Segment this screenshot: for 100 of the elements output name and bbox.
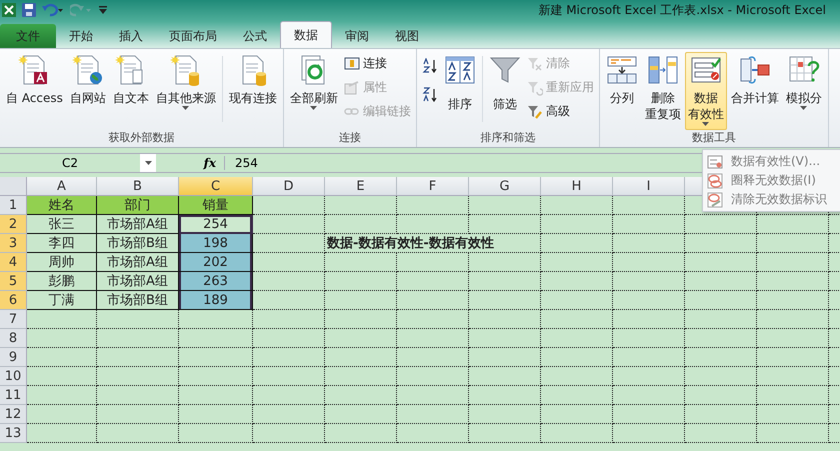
table-cell — [541, 291, 613, 310]
ribbon-button[interactable]: 删除 重复项 — [642, 52, 684, 130]
table-cell: 189 — [179, 291, 253, 310]
table-cell — [685, 329, 757, 348]
table-cell: 彭鹏 — [27, 272, 97, 291]
table-cell — [541, 386, 613, 405]
table-cell — [27, 329, 97, 348]
table-cell — [613, 348, 685, 367]
insert-function-button[interactable]: fx — [156, 156, 225, 170]
table-cell — [325, 386, 397, 405]
save-icon[interactable] — [22, 3, 36, 17]
column-header[interactable]: A — [27, 177, 97, 196]
ribbon-button[interactable]: 自网站 — [66, 52, 109, 130]
ribbon-tab[interactable]: 开始 — [56, 24, 106, 48]
table-cell — [397, 329, 469, 348]
table-cell: 198 — [179, 234, 253, 253]
menu-item[interactable]: 数据有效性(V)... — [703, 152, 840, 171]
name-box[interactable]: C2 — [0, 154, 140, 172]
table-cell — [685, 367, 757, 386]
table-cell — [469, 348, 541, 367]
table-cell — [541, 272, 613, 291]
table-cell — [685, 405, 757, 424]
table-cell: 254 — [179, 215, 253, 234]
ribbon-button[interactable]: 模拟分 — [782, 52, 825, 130]
ribbon-tab[interactable]: 公式 — [230, 24, 280, 48]
ribbon-tab[interactable]: 页面布局 — [156, 24, 230, 48]
table-cell — [541, 253, 613, 272]
row-header[interactable]: 5 — [0, 272, 27, 291]
sort-descending-icon — [422, 87, 438, 103]
sort-icon — [444, 54, 476, 86]
table-cell — [325, 424, 397, 443]
ribbon-group-label: 排序和筛选 — [479, 130, 536, 146]
table-cell — [397, 215, 469, 234]
ribbon-small-button[interactable]: 高级 — [524, 101, 596, 122]
menu-item[interactable]: 清除无效数据标识 — [703, 190, 840, 209]
row-header[interactable]: 9 — [0, 348, 27, 367]
table-cell — [325, 348, 397, 367]
column-header[interactable]: D — [253, 177, 325, 196]
ribbon-button[interactable]: 分列 — [602, 52, 641, 130]
table-cell — [613, 196, 685, 215]
file-tab[interactable]: 文件 — [0, 24, 56, 48]
ribbon-button[interactable]: 自 Access — [3, 52, 66, 130]
ribbon-button[interactable]: 筛选 — [486, 52, 524, 130]
ribbon-button[interactable]: 数据 有效性 — [684, 52, 727, 130]
column-header[interactable]: F — [397, 177, 469, 196]
ribbon-button[interactable]: 合并计算 — [728, 52, 782, 130]
table-cell — [397, 253, 469, 272]
column-header[interactable]: G — [469, 177, 541, 196]
row-header[interactable]: 2 — [0, 215, 27, 234]
column-header[interactable]: C — [179, 177, 253, 196]
column-header[interactable]: I — [613, 177, 685, 196]
ribbon-button[interactable]: 自文本 — [110, 52, 152, 130]
table-cell — [757, 291, 829, 310]
undo-icon[interactable] — [42, 3, 64, 17]
row-header[interactable]: 6 — [0, 291, 27, 310]
column-header[interactable]: B — [97, 177, 179, 196]
row-header[interactable]: 1 — [0, 196, 27, 215]
column-header[interactable]: E — [325, 177, 397, 196]
row-header[interactable]: 8 — [0, 329, 27, 348]
table-cell — [469, 367, 541, 386]
menu-item[interactable]: 圈释无效数据(I) — [703, 171, 840, 190]
ribbon-tab[interactable]: 视图 — [382, 24, 432, 48]
column-header[interactable]: H — [541, 177, 613, 196]
table-cell: 202 — [179, 253, 253, 272]
ribbon-button[interactable]: 自其他来源 — [152, 52, 219, 130]
table-cell — [757, 348, 829, 367]
ribbon-tab[interactable]: 审阅 — [332, 24, 382, 48]
table-cell: 丁满 — [27, 291, 97, 310]
table-cell — [685, 234, 757, 253]
customize-menu-icon[interactable] — [98, 5, 108, 15]
row-header[interactable]: 4 — [0, 253, 27, 272]
table-cell — [325, 272, 397, 291]
table-cell — [253, 310, 325, 329]
table-cell — [397, 405, 469, 424]
table-cell — [541, 405, 613, 424]
table-cell — [613, 329, 685, 348]
ribbon-button[interactable]: 排序 — [440, 52, 479, 130]
table-cell: 263 — [179, 272, 253, 291]
data-validation-icon — [707, 154, 723, 170]
ribbon-button[interactable]: 现有连接 — [226, 52, 280, 130]
ribbon-button[interactable]: 全部刷新 — [286, 52, 341, 130]
row-header[interactable]: 7 — [0, 310, 27, 329]
row-header[interactable]: 10 — [0, 367, 27, 386]
table-cell — [613, 253, 685, 272]
table-cell — [613, 291, 685, 310]
ribbon-tab[interactable]: 数据 — [280, 21, 332, 48]
row-header[interactable]: 3 — [0, 234, 27, 253]
ribbon-group-label: 数据工具 — [690, 130, 737, 146]
table-cell — [397, 386, 469, 405]
consolidate-icon — [738, 54, 771, 86]
ribbon-small-button[interactable]: 连接 — [342, 53, 413, 74]
table-cell — [325, 196, 397, 215]
table-cell: 张三 — [27, 215, 97, 234]
ribbon-tab[interactable]: 插入 — [106, 24, 156, 48]
row-header[interactable]: 13 — [0, 424, 27, 443]
row-header[interactable]: 11 — [0, 386, 27, 405]
row-header[interactable]: 12 — [0, 405, 27, 424]
table-cell — [469, 310, 541, 329]
split-columns-icon — [606, 54, 638, 86]
table-cell: 周帅 — [27, 253, 97, 272]
